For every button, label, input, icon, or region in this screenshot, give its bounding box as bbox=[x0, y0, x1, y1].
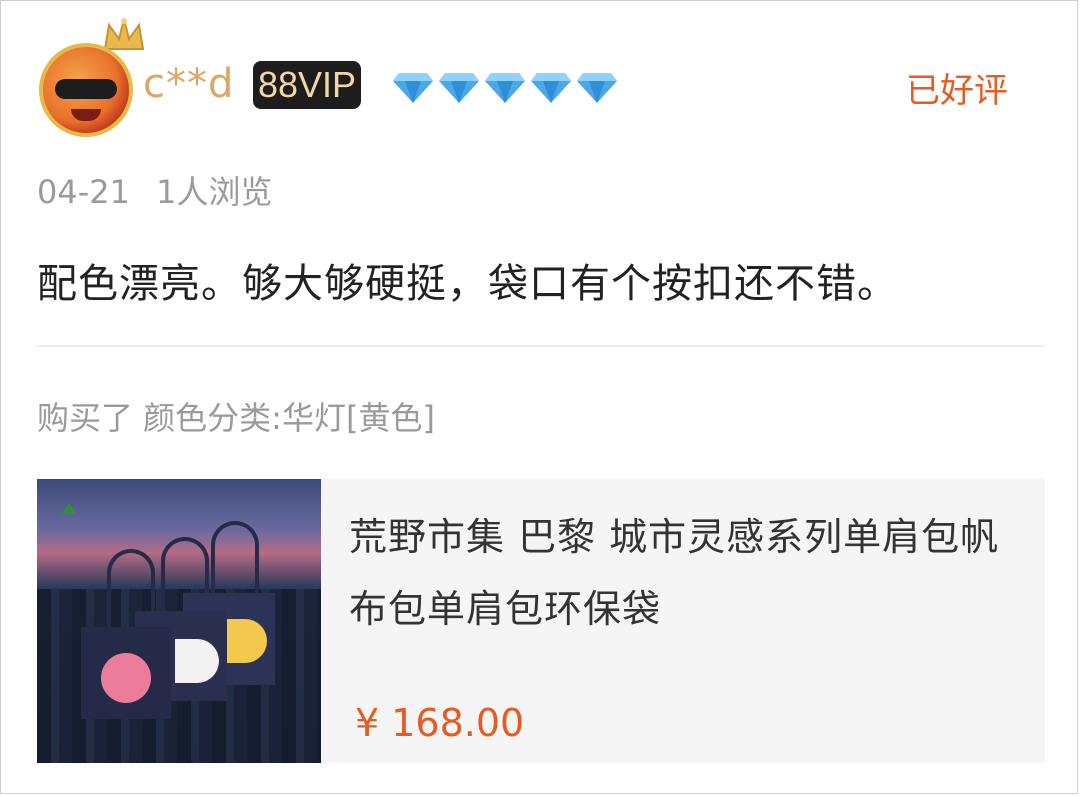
view-count: 1人浏览 bbox=[156, 173, 273, 211]
diamond-icon bbox=[531, 73, 571, 103]
divider bbox=[37, 345, 1045, 347]
level-diamonds bbox=[391, 63, 619, 107]
review-content: 配色漂亮。够大够硬挺，袋口有个按扣还不错。 bbox=[37, 261, 898, 307]
purchase-info: 购买了 颜色分类:华灯[黄色] bbox=[37, 399, 435, 437]
review-meta: 04-21 1人浏览 bbox=[37, 167, 289, 213]
product-title[interactable]: 荒野市集 巴黎 城市灵感系列单肩包帆布包单肩包环保袋 bbox=[349, 501, 1009, 645]
review-card: c**d 88VIP 已好评 04-21 1人浏览 配色漂亮。够大够硬挺，袋口有… bbox=[0, 0, 1078, 794]
review-date: 04-21 bbox=[37, 173, 130, 211]
username[interactable]: c**d bbox=[143, 61, 234, 107]
pink-circle bbox=[101, 653, 151, 703]
white-half-circle bbox=[175, 639, 219, 683]
diamond-icon bbox=[485, 73, 525, 103]
bag-handle bbox=[211, 521, 259, 599]
rating-status: 已好评 bbox=[906, 71, 1008, 111]
sunglasses-icon bbox=[55, 79, 117, 99]
triangle-icon bbox=[61, 503, 77, 514]
product-card[interactable]: 荒野市集 巴黎 城市灵感系列单肩包帆布包单肩包环保袋 ¥ 168.00 bbox=[37, 479, 1045, 763]
product-price: ¥ 168.00 bbox=[355, 701, 525, 745]
diamond-icon bbox=[393, 73, 433, 103]
diamond-icon bbox=[439, 73, 479, 103]
product-image[interactable] bbox=[37, 479, 321, 763]
vip-badge: 88VIP bbox=[253, 61, 361, 109]
diamond-icon bbox=[577, 73, 617, 103]
avatar[interactable] bbox=[37, 15, 145, 137]
